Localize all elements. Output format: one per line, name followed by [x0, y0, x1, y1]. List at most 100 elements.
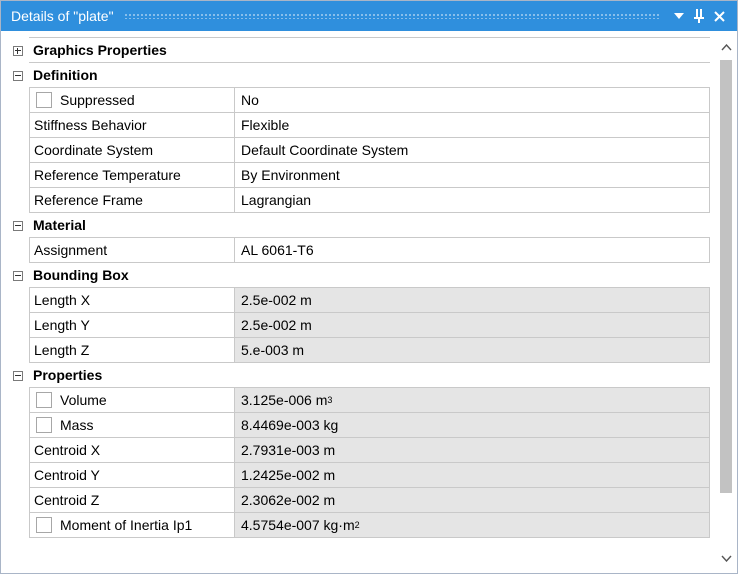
property-value: 2.5e-002 m: [241, 292, 312, 308]
property-label-cell[interactable]: Length Y: [29, 312, 234, 338]
property-label: Length X: [34, 292, 91, 308]
property-label-cell[interactable]: Centroid Z: [29, 487, 234, 513]
parameter-checkbox[interactable]: [36, 92, 52, 108]
property-value-cell: 1.2425e-002 m: [234, 462, 710, 488]
property-label-cell[interactable]: Assignment: [29, 237, 234, 263]
property-row[interactable]: Centroid Y 1.2425e-002 m: [7, 462, 710, 488]
property-row[interactable]: Suppressed No: [7, 87, 710, 113]
parameter-checkbox[interactable]: [36, 417, 52, 433]
collapse-icon[interactable]: [7, 213, 29, 238]
section-bounding[interactable]: Bounding Box: [7, 262, 710, 288]
property-row[interactable]: Assignment AL 6061-T6: [7, 237, 710, 263]
property-row[interactable]: Reference Temperature By Environment: [7, 162, 710, 188]
property-row[interactable]: Reference Frame Lagrangian: [7, 187, 710, 213]
pin-icon[interactable]: [689, 6, 709, 26]
property-row[interactable]: Mass 8.4469e-003 kg: [7, 412, 710, 438]
minus-box-icon: [13, 70, 23, 81]
property-label-cell[interactable]: Centroid Y: [29, 462, 234, 488]
property-label-cell[interactable]: Coordinate System: [29, 137, 234, 163]
property-value-cell: 2.5e-002 m: [234, 312, 710, 338]
collapse-icon[interactable]: [7, 263, 29, 288]
property-row[interactable]: Length Z 5.e-003 m: [7, 337, 710, 363]
property-row[interactable]: Length Y 2.5e-002 m: [7, 312, 710, 338]
property-value: 8.4469e-003 kg: [241, 417, 339, 433]
section-title: Definition: [29, 62, 710, 88]
property-value: Lagrangian: [241, 192, 312, 208]
property-label: Coordinate System: [34, 142, 154, 158]
property-value: AL 6061-T6: [241, 242, 314, 258]
property-value-cell: 2.7931e-003 m: [234, 437, 710, 463]
scrollbar-thumb[interactable]: [720, 60, 732, 493]
row-gutter: [7, 288, 29, 313]
panel-titlebar[interactable]: Details of "plate": [1, 1, 737, 31]
property-value-cell: 2.5e-002 m: [234, 287, 710, 313]
property-row[interactable]: Volume 3.125e-006 m3: [7, 387, 710, 413]
property-value-cell[interactable]: Lagrangian: [234, 187, 710, 213]
close-icon[interactable]: [709, 6, 729, 26]
property-label: Length Z: [34, 342, 90, 358]
property-value: 2.7931e-003 m: [241, 442, 336, 458]
panel-content: Graphics Properties Definition Suppressed N…: [1, 32, 737, 573]
minus-box-icon: [13, 370, 23, 381]
section-title: Material: [29, 212, 710, 238]
property-row[interactable]: Coordinate System Default Coordinate Syst…: [7, 137, 710, 163]
parameter-checkbox[interactable]: [36, 392, 52, 408]
property-value: 5.e-003 m: [241, 342, 305, 358]
section-definition[interactable]: Definition: [7, 62, 710, 88]
row-gutter: [7, 338, 29, 363]
details-panel: Details of "plate" Graphics Properties De…: [0, 0, 738, 574]
property-row[interactable]: Moment of Inertia Ip1 4.5754e-007 kg·m 2: [7, 512, 710, 538]
property-row[interactable]: Stiffness Behavior Flexible: [7, 112, 710, 138]
property-label: Length Y: [34, 317, 90, 333]
property-value-cell[interactable]: By Environment: [234, 162, 710, 188]
expand-icon[interactable]: [7, 38, 29, 63]
property-label: Reference Frame: [34, 192, 143, 208]
property-value-cell: 2.3062e-002 m: [234, 487, 710, 513]
row-gutter: [7, 88, 29, 113]
section-title: Graphics Properties: [29, 37, 710, 63]
property-label-cell[interactable]: Volume: [29, 387, 234, 413]
collapse-icon[interactable]: [7, 63, 29, 88]
section-graphics[interactable]: Graphics Properties: [7, 37, 710, 63]
collapse-icon[interactable]: [7, 363, 29, 388]
section-material[interactable]: Material: [7, 212, 710, 238]
property-label: Centroid Z: [34, 492, 100, 508]
row-gutter: [7, 238, 29, 263]
parameter-checkbox[interactable]: [36, 517, 52, 533]
chevron-down-icon[interactable]: [669, 6, 689, 26]
property-label: Stiffness Behavior: [34, 117, 147, 133]
property-value-cell[interactable]: No: [234, 87, 710, 113]
drag-grip[interactable]: [123, 13, 659, 19]
property-label: Moment of Inertia Ip1: [60, 517, 193, 533]
property-row[interactable]: Length X 2.5e-002 m: [7, 287, 710, 313]
property-value-cell[interactable]: AL 6061-T6: [234, 237, 710, 263]
property-label-cell[interactable]: Mass: [29, 412, 234, 438]
property-value-cell[interactable]: Default Coordinate System: [234, 137, 710, 163]
property-label-cell[interactable]: Length Z: [29, 337, 234, 363]
property-row[interactable]: Centroid X 2.7931e-003 m: [7, 437, 710, 463]
property-value: Default Coordinate System: [241, 142, 409, 158]
row-gutter: [7, 138, 29, 163]
property-value-cell: 3.125e-006 m3: [234, 387, 710, 413]
property-label-cell[interactable]: Moment of Inertia Ip1: [29, 512, 234, 538]
property-label-cell[interactable]: Reference Temperature: [29, 162, 234, 188]
property-value: By Environment: [241, 167, 340, 183]
property-row[interactable]: Centroid Z 2.3062e-002 m: [7, 487, 710, 513]
vertical-scrollbar[interactable]: [715, 32, 737, 573]
row-gutter: [7, 188, 29, 213]
property-label-cell[interactable]: Suppressed: [29, 87, 234, 113]
scroll-up-icon[interactable]: [715, 36, 737, 58]
row-gutter: [7, 513, 29, 538]
property-label: Suppressed: [60, 92, 135, 108]
property-label-cell[interactable]: Reference Frame: [29, 187, 234, 213]
row-gutter: [7, 113, 29, 138]
property-label-cell[interactable]: Stiffness Behavior: [29, 112, 234, 138]
section-properties[interactable]: Properties: [7, 362, 710, 388]
property-value-cell[interactable]: Flexible: [234, 112, 710, 138]
property-value: 3.125e-006 m: [241, 392, 328, 408]
property-label-cell[interactable]: Length X: [29, 287, 234, 313]
property-value: 4.5754e-007 kg·m: [241, 517, 355, 533]
property-label-cell[interactable]: Centroid X: [29, 437, 234, 463]
section-title: Properties: [29, 362, 710, 388]
scroll-down-icon[interactable]: [715, 547, 737, 569]
